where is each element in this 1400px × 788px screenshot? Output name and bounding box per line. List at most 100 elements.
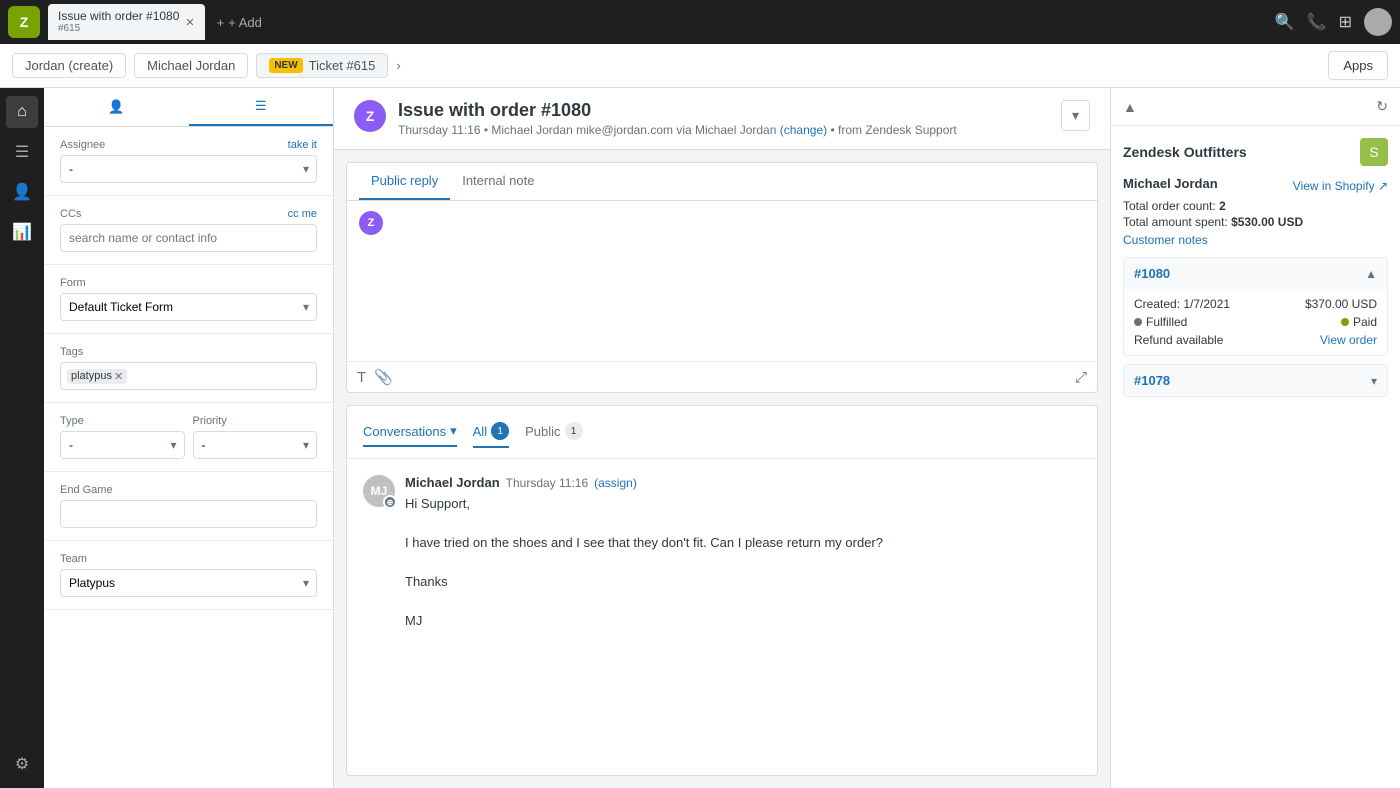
sidebar-item-contacts[interactable]: 👤 — [6, 176, 38, 208]
props-tab-user[interactable]: 👤 — [44, 88, 189, 126]
text-format-icon[interactable]: T — [357, 369, 366, 386]
tags-section: Tags platypus ✕ — [44, 334, 333, 403]
ccs-section: CCs cc me — [44, 196, 333, 265]
customer-name: Michael Jordan — [1123, 176, 1218, 191]
internal-note-tab[interactable]: Internal note — [450, 163, 546, 200]
top-nav: Z Issue with order #1080 #615 ✕ + + Add … — [0, 0, 1400, 44]
tab-close-icon[interactable]: ✕ — [185, 16, 194, 29]
message-author: Michael Jordan — [405, 475, 500, 490]
public-tab[interactable]: Public 1 — [525, 416, 582, 448]
assignee-select[interactable]: - — [60, 155, 317, 183]
panel-refresh-icon[interactable]: ↻ — [1376, 98, 1388, 115]
order-1078-header[interactable]: #1078 ▾ — [1124, 365, 1387, 396]
end-game-input[interactable] — [60, 500, 317, 528]
view-in-shopify-link[interactable]: View in Shopify ↗ — [1293, 179, 1388, 193]
props-tab-ticket[interactable]: ☰ — [189, 88, 334, 126]
sidebar-item-settings[interactable]: ⚙ — [6, 748, 38, 780]
breadcrumb-nav: Jordan (create) Michael Jordan NEW Ticke… — [0, 44, 1400, 88]
search-icon[interactable]: 🔍 — [1275, 12, 1295, 32]
tags-input-area[interactable]: platypus ✕ — [60, 362, 317, 390]
props-panel-tabs: 👤 ☰ — [44, 88, 333, 127]
order-1078-id: #1078 — [1134, 373, 1170, 388]
team-section: Team Platypus — [44, 541, 333, 610]
conversations-filter-tab[interactable]: Conversations ▾ — [363, 417, 457, 447]
tab-title: Issue with order #1080 — [58, 9, 179, 23]
sidebar-item-views[interactable]: ☰ — [6, 136, 38, 168]
order-1080-item: #1080 ▲ Created: 1/7/2021 $370.00 USD Fu… — [1123, 257, 1388, 356]
total-spent-value: $530.00 USD — [1231, 215, 1303, 229]
order-1078-item: #1078 ▾ — [1123, 364, 1388, 397]
ticket-via: via Michael Jordan — [676, 123, 776, 137]
breadcrumb-michael-jordan[interactable]: Michael Jordan — [134, 53, 248, 78]
tag-remove-icon[interactable]: ✕ — [114, 370, 123, 383]
ticket-avatar: Z — [354, 100, 386, 132]
type-wrapper: Type - — [60, 415, 185, 459]
reply-tabs: Public reply Internal note — [347, 163, 1097, 201]
add-label: + Add — [228, 15, 262, 30]
order-1078-collapse-icon[interactable]: ▾ — [1371, 374, 1377, 388]
message-item: MJ ⊕ Michael Jordan Thursday 11:16 (assi… — [347, 459, 1097, 647]
form-section: Form Default Ticket Form — [44, 265, 333, 334]
ticket-tab-icon: ☰ — [255, 98, 267, 114]
message-time: Thursday 11:16 — [506, 476, 589, 490]
fulfilled-status: Fulfilled — [1134, 315, 1187, 329]
shopify-header: Zendesk Outfitters S — [1123, 138, 1388, 166]
type-select-wrapper: - — [60, 431, 185, 459]
change-link[interactable]: (change) — [780, 123, 827, 137]
tag-platypus: platypus ✕ — [67, 369, 127, 384]
public-tab-label: Public — [525, 424, 560, 439]
view-order-link[interactable]: View order — [1320, 333, 1377, 347]
ccs-input[interactable] — [60, 224, 317, 252]
reply-avatar: Z — [359, 211, 383, 235]
sidebar-item-reports[interactable]: 📊 — [6, 216, 38, 248]
panel-collapse-icon[interactable]: ▲ — [1123, 99, 1137, 115]
order-created-label: Created: 1/7/2021 — [1134, 297, 1230, 311]
cc-me-link[interactable]: cc me — [288, 208, 317, 220]
take-it-link[interactable]: take it — [288, 139, 317, 151]
end-game-section: End Game — [44, 472, 333, 541]
order-created-row: Created: 1/7/2021 $370.00 USD — [1134, 297, 1377, 311]
paid-label: Paid — [1353, 315, 1377, 329]
type-select[interactable]: - — [60, 431, 185, 459]
sidebar-item-home[interactable]: ⌂ — [6, 96, 38, 128]
breadcrumb-ticket-615[interactable]: NEW Ticket #615 — [256, 53, 388, 78]
add-tab-button[interactable]: + + Add — [209, 15, 270, 30]
assign-link[interactable]: (assign) — [594, 476, 637, 490]
form-label: Form — [60, 277, 317, 289]
form-select[interactable]: Default Ticket Form — [60, 293, 317, 321]
reply-area: Public reply Internal note Z T 📎 ⤢ — [346, 162, 1098, 393]
phone-icon[interactable]: 📞 — [1307, 12, 1327, 32]
order-amount: $370.00 USD — [1305, 297, 1377, 311]
ticket-title-area: Issue with order #1080 Thursday 11:16 • … — [398, 100, 1049, 137]
attachment-icon[interactable]: 📎 — [374, 368, 393, 386]
order-1080-header[interactable]: #1080 ▲ — [1124, 258, 1387, 289]
left-sidebar: ⌂ ☰ 👤 📊 ⚙ — [0, 88, 44, 788]
grid-icon[interactable]: ⊞ — [1339, 12, 1352, 32]
priority-select[interactable]: - — [193, 431, 318, 459]
breadcrumb-label: Michael Jordan — [147, 58, 235, 73]
conversations-filter-arrow: ▾ — [450, 423, 457, 439]
public-reply-tab[interactable]: Public reply — [359, 163, 450, 200]
customer-notes-link[interactable]: Customer notes — [1123, 233, 1388, 247]
ticket-dropdown-button[interactable]: ▾ — [1061, 100, 1090, 131]
conversations-header: Conversations ▾ All 1 Public 1 — [347, 406, 1097, 459]
fulfilled-label: Fulfilled — [1146, 315, 1187, 329]
assignee-select-wrapper: - — [60, 155, 317, 183]
expand-icon[interactable]: ⤢ — [1075, 369, 1087, 386]
reply-input[interactable] — [391, 211, 1085, 351]
all-tab[interactable]: All 1 — [473, 416, 509, 448]
order-1080-collapse-icon[interactable]: ▲ — [1365, 267, 1377, 281]
ticket-from: from Zendesk Support — [838, 123, 957, 137]
shopify-icon: S — [1360, 138, 1388, 166]
public-reply-label: Public reply — [371, 173, 438, 188]
internal-note-label: Internal note — [462, 173, 534, 188]
apps-button[interactable]: Apps — [1328, 51, 1388, 80]
type-label: Type — [60, 415, 185, 427]
user-avatar[interactable] — [1364, 8, 1392, 36]
team-select[interactable]: Platypus — [60, 569, 317, 597]
ticket-author: Michael Jordan — [491, 123, 572, 137]
tab-issue-1080[interactable]: Issue with order #1080 #615 ✕ — [48, 4, 205, 40]
breadcrumb-arrow-icon[interactable]: › — [396, 58, 400, 73]
breadcrumb-jordan-create[interactable]: Jordan (create) — [12, 53, 126, 78]
priority-wrapper: Priority - — [193, 415, 318, 459]
